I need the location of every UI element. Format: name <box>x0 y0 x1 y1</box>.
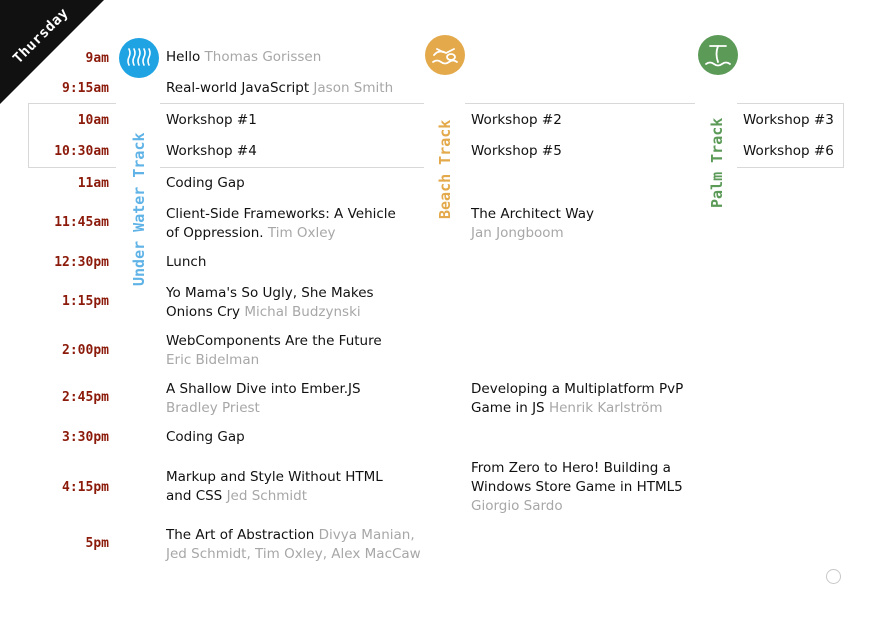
session-title: Coding Gap <box>166 429 245 445</box>
time-label: 9am <box>85 51 109 66</box>
time-label: 5pm <box>85 536 109 551</box>
session-speaker: Divya Manian, <box>318 527 415 543</box>
session-speaker: Jed Schmidt, Tim Oxley, Alex MacCaw <box>166 546 421 562</box>
session-title: Lunch <box>166 254 207 270</box>
time-label: 2:00pm <box>62 343 109 358</box>
time-label: 3:30pm <box>62 430 109 445</box>
palm-icon <box>698 35 738 75</box>
session-speaker: Tim Oxley <box>267 225 336 241</box>
session-speaker: Giorgio Sardo <box>471 498 563 514</box>
session-webcomponents[interactable]: WebComponents Are the Future Eric Bidelm… <box>166 332 382 370</box>
session-hello[interactable]: Hello Thomas Gorissen <box>166 48 321 67</box>
session-title: Workshop #2 <box>471 112 562 128</box>
beach-icon <box>425 35 465 75</box>
time-label: 1:15pm <box>62 294 109 309</box>
session-title: Game in JS <box>471 400 545 416</box>
track-label-palm: Palm Track <box>708 117 726 208</box>
session-workshop-1[interactable]: Workshop #1 <box>166 111 257 130</box>
session-title: Workshop #4 <box>166 143 257 159</box>
time-label: 9:15am <box>62 81 109 96</box>
session-title: From Zero to Hero! Building a <box>471 460 671 476</box>
session-art-of-abstraction[interactable]: The Art of Abstraction Divya Manian, Jed… <box>166 526 421 564</box>
time-label: 10am <box>77 113 109 128</box>
session-workshop-6[interactable]: Workshop #6 <box>743 142 834 161</box>
session-title: The Art of Abstraction <box>166 527 315 543</box>
session-workshop-3[interactable]: Workshop #3 <box>743 111 834 130</box>
time-label: 12:30pm <box>54 255 109 270</box>
session-title: Hello <box>166 49 201 65</box>
track-label-beach: Beach Track <box>436 119 454 219</box>
session-title: Client-Side Frameworks: A Vehicle <box>166 206 396 222</box>
session-speaker: Thomas Gorissen <box>204 49 322 65</box>
divider <box>843 103 844 167</box>
time-label: 4:15pm <box>62 480 109 495</box>
session-title: Real-world JavaScript <box>166 80 310 96</box>
session-workshop-4[interactable]: Workshop #4 <box>166 142 257 161</box>
session-ember[interactable]: A Shallow Dive into Ember.JS Bradley Pri… <box>166 380 361 418</box>
session-speaker: Michal Budzynski <box>244 304 361 320</box>
track-label-underwater: Under Water Track <box>130 132 148 286</box>
session-title: Workshop #6 <box>743 143 834 159</box>
session-coding-gap[interactable]: Coding Gap <box>166 174 245 193</box>
divider <box>160 103 424 104</box>
session-title: Yo Mama's So Ugly, She Makes <box>166 285 374 301</box>
time-label: 11:45am <box>54 215 109 230</box>
divider <box>28 103 116 104</box>
time-label: 2:45pm <box>62 390 109 405</box>
session-title: Workshop #5 <box>471 143 562 159</box>
divider <box>737 103 844 104</box>
session-workshop-2[interactable]: Workshop #2 <box>471 111 562 130</box>
session-speaker: Bradley Priest <box>166 400 260 416</box>
session-title: A Shallow Dive into Ember.JS <box>166 381 361 397</box>
session-title: Windows Store Game in HTML5 <box>471 479 683 495</box>
session-speaker: Jason Smith <box>313 80 394 96</box>
session-pvp-game[interactable]: Developing a Multiplatform PvP Game in J… <box>471 380 683 418</box>
session-coding-gap-2[interactable]: Coding Gap <box>166 428 245 447</box>
session-title: Developing a Multiplatform PvP <box>471 381 684 397</box>
session-yo-mama[interactable]: Yo Mama's So Ugly, She Makes Onions Cry … <box>166 284 374 322</box>
time-label: 11am <box>77 176 109 191</box>
session-title: WebComponents Are the Future <box>166 333 382 349</box>
session-speaker: Eric Bidelman <box>166 352 260 368</box>
session-realworld-js[interactable]: Real-world JavaScript Jason Smith <box>166 79 393 98</box>
divider <box>28 167 116 168</box>
divider <box>160 167 424 168</box>
session-zero-to-hero[interactable]: From Zero to Hero! Building a Windows St… <box>471 459 683 516</box>
session-markup-style[interactable]: Markup and Style Without HTML and CSS Je… <box>166 468 383 506</box>
scroll-indicator[interactable] <box>826 569 841 584</box>
divider <box>465 103 695 104</box>
session-speaker: Henrik Karlström <box>548 400 663 416</box>
session-workshop-5[interactable]: Workshop #5 <box>471 142 562 161</box>
session-title: Onions Cry <box>166 304 241 320</box>
session-speaker: Jed Schmidt <box>226 488 308 504</box>
session-title: Coding Gap <box>166 175 245 191</box>
session-architect-way[interactable]: The Architect Way Jan Jongboom <box>471 205 594 243</box>
session-lunch[interactable]: Lunch <box>166 253 206 272</box>
session-speaker: Jan Jongboom <box>471 225 564 241</box>
time-label: 10:30am <box>54 144 109 159</box>
divider <box>737 167 844 168</box>
session-title: of Oppression. <box>166 225 264 241</box>
session-title: Workshop #1 <box>166 112 257 128</box>
session-title: Markup and Style Without HTML <box>166 469 383 485</box>
session-title: The Architect Way <box>471 206 594 222</box>
session-title: and CSS <box>166 488 223 504</box>
session-client-side-frameworks[interactable]: Client-Side Frameworks: A Vehicle of Opp… <box>166 205 396 243</box>
session-title: Workshop #3 <box>743 112 834 128</box>
divider <box>28 103 29 167</box>
water-icon <box>119 38 159 78</box>
